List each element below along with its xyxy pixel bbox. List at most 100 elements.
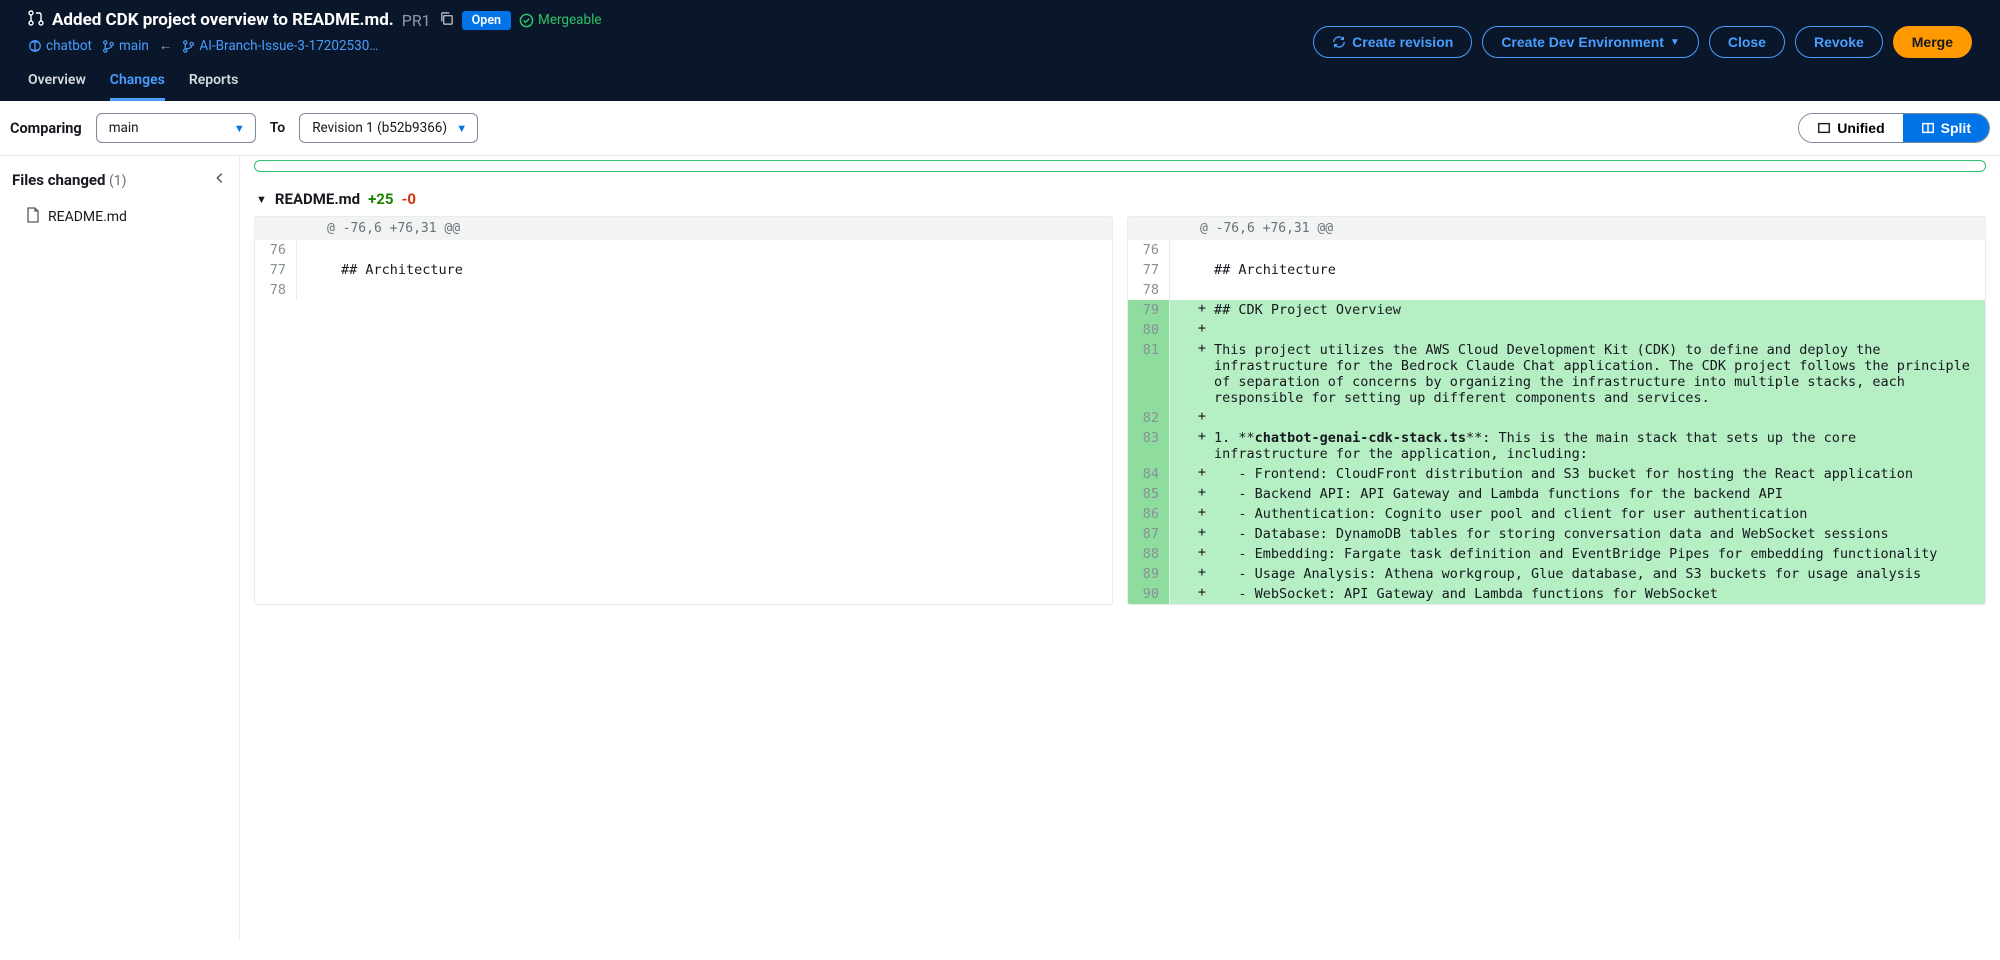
code-content: ## Architecture (1210, 260, 1985, 280)
line-number: 77 (255, 260, 297, 280)
files-sidebar: Files changed (1) README.md (0, 156, 240, 941)
repo-name: chatbot (46, 38, 92, 54)
repo-link[interactable]: chatbot (28, 38, 92, 54)
gutter (1170, 464, 1194, 484)
pull-request-icon (28, 10, 44, 30)
hunk-header: @ -76,6 +76,31 @@ (1128, 217, 1985, 240)
split-view-button[interactable]: Split (1903, 114, 1989, 142)
diff-marker: + (1194, 428, 1210, 464)
diff-line[interactable]: 89+ - Usage Analysis: Athena workgroup, … (1128, 564, 1985, 584)
gutter (1170, 504, 1194, 524)
diff-line[interactable]: 77## Architecture (1128, 260, 1985, 280)
code-content: - WebSocket: API Gateway and Lambda func… (1210, 584, 1985, 604)
diff-line[interactable]: 88+ - Embedding: Fargate task definition… (1128, 544, 1985, 564)
line-number: 78 (1128, 280, 1170, 300)
success-banner (254, 160, 1986, 172)
line-number: 90 (1128, 584, 1170, 604)
collapse-sidebar-icon[interactable] (213, 170, 227, 189)
diff-line[interactable]: 90 + - WebSocket: API Gateway and Lambda … (1128, 584, 1985, 604)
line-number: 87 (1128, 524, 1170, 544)
copy-icon[interactable] (439, 11, 454, 30)
create-dev-env-button[interactable]: Create Dev Environment ▼ (1482, 26, 1699, 58)
compare-to-select[interactable]: Revision 1 (b52b9366) ▼ (299, 113, 478, 143)
diff-split-view: @ -76,6 +76,31 @@ 7677## Architecture78 … (254, 216, 1986, 605)
gutter (1170, 408, 1194, 428)
status-badge: Open (462, 11, 511, 30)
split-icon (1921, 121, 1935, 135)
file-header[interactable]: ▼ README.md +25 -0 (254, 190, 1986, 208)
compare-to-value: Revision 1 (b52b9366) (312, 120, 447, 136)
diff-marker (1194, 280, 1210, 300)
line-number: 76 (1128, 240, 1170, 260)
diff-line[interactable]: 85+ - Backend API: API Gateway and Lambd… (1128, 484, 1985, 504)
diff-line[interactable]: 83+1. **chatbot-genai-cdk-stack.ts**: Th… (1128, 428, 1985, 464)
code-content: ## Architecture (337, 260, 1112, 280)
revoke-button[interactable]: Revoke (1795, 26, 1883, 58)
code-content: 1. **chatbot-genai-cdk-stack.ts**: This … (1210, 428, 1985, 464)
create-dev-env-label: Create Dev Environment (1501, 34, 1664, 50)
tab-overview[interactable]: Overview (28, 72, 86, 101)
close-button[interactable]: Close (1709, 26, 1785, 58)
base-branch-link[interactable]: main (102, 38, 149, 54)
diff-line[interactable]: 80+ (1128, 320, 1985, 340)
diff-marker: + (1194, 504, 1210, 524)
file-icon (26, 207, 40, 227)
diff-right-column: @ -76,6 +76,31 @@ 7677## Architecture787… (1127, 216, 1986, 605)
diff-line[interactable]: 84+ - Frontend: CloudFront distribution … (1128, 464, 1985, 484)
source-branch-link[interactable]: AI-Branch-Issue-3-17202530… (182, 38, 378, 54)
diff-file-name: README.md (275, 190, 360, 208)
tab-changes[interactable]: Changes (110, 72, 165, 101)
diff-line[interactable]: 78 (255, 280, 1112, 300)
merge-button[interactable]: Merge (1893, 26, 1972, 58)
create-revision-label: Create revision (1352, 34, 1453, 50)
diff-marker: + (1194, 340, 1210, 408)
split-label: Split (1941, 120, 1971, 136)
diff-marker: + (1194, 584, 1210, 604)
unified-icon (1817, 121, 1831, 135)
diff-marker (321, 280, 337, 300)
gutter (1170, 524, 1194, 544)
branch-icon (102, 40, 115, 53)
action-buttons: Create revision Create Dev Environment ▼… (1313, 26, 1972, 58)
code-content: - Database: DynamoDB tables for storing … (1210, 524, 1985, 544)
line-number: 89 (1128, 564, 1170, 584)
diff-line[interactable]: 79+## CDK Project Overview (1128, 300, 1985, 320)
caret-down-icon: ▼ (256, 193, 267, 206)
diff-marker: + (1194, 564, 1210, 584)
gutter (297, 260, 321, 280)
deletions-count: -0 (402, 190, 417, 208)
diff-marker: + (1194, 300, 1210, 320)
code-content: - Frontend: CloudFront distribution and … (1210, 464, 1985, 484)
hunk-header: @ -76,6 +76,31 @@ (255, 217, 1112, 240)
diff-line[interactable]: 82+ (1128, 408, 1985, 428)
file-item[interactable]: README.md (12, 201, 227, 233)
tab-reports[interactable]: Reports (189, 72, 239, 101)
diff-line[interactable]: 78 (1128, 280, 1985, 300)
gutter (1170, 564, 1194, 584)
diff-marker: + (1194, 544, 1210, 564)
diff-line[interactable]: 87+ - Database: DynamoDB tables for stor… (1128, 524, 1985, 544)
line-number: 88 (1128, 544, 1170, 564)
diff-line[interactable]: 81+This project utilizes the AWS Cloud D… (1128, 340, 1985, 408)
diff-line[interactable]: 77 ## Architecture (255, 260, 1112, 280)
compare-from-select[interactable]: main ▼ (96, 113, 256, 143)
diff-line[interactable]: 76 (255, 240, 1112, 260)
diff-line[interactable]: 86+ - Authentication: Cognito user pool … (1128, 504, 1985, 524)
line-number: 76 (255, 240, 297, 260)
gutter (1170, 544, 1194, 564)
chevron-down-icon: ▼ (1670, 37, 1680, 48)
code-content: - Backend API: API Gateway and Lambda fu… (1210, 484, 1985, 504)
create-revision-button[interactable]: Create revision (1313, 26, 1472, 58)
to-label: To (270, 120, 285, 136)
main-content: Files changed (1) README.md ▼ README.md … (0, 156, 2000, 941)
additions-count: +25 (368, 190, 393, 208)
diff-marker: + (1194, 320, 1210, 340)
mergeable-indicator: Mergeable (519, 12, 602, 28)
diff-line[interactable]: 76 (1128, 240, 1985, 260)
chevron-down-icon: ▼ (456, 122, 467, 135)
line-number: 82 (1128, 408, 1170, 428)
code-content (1210, 280, 1985, 300)
files-changed-count: (1) (109, 173, 127, 189)
diff-marker: + (1194, 464, 1210, 484)
unified-view-button[interactable]: Unified (1799, 114, 1902, 142)
